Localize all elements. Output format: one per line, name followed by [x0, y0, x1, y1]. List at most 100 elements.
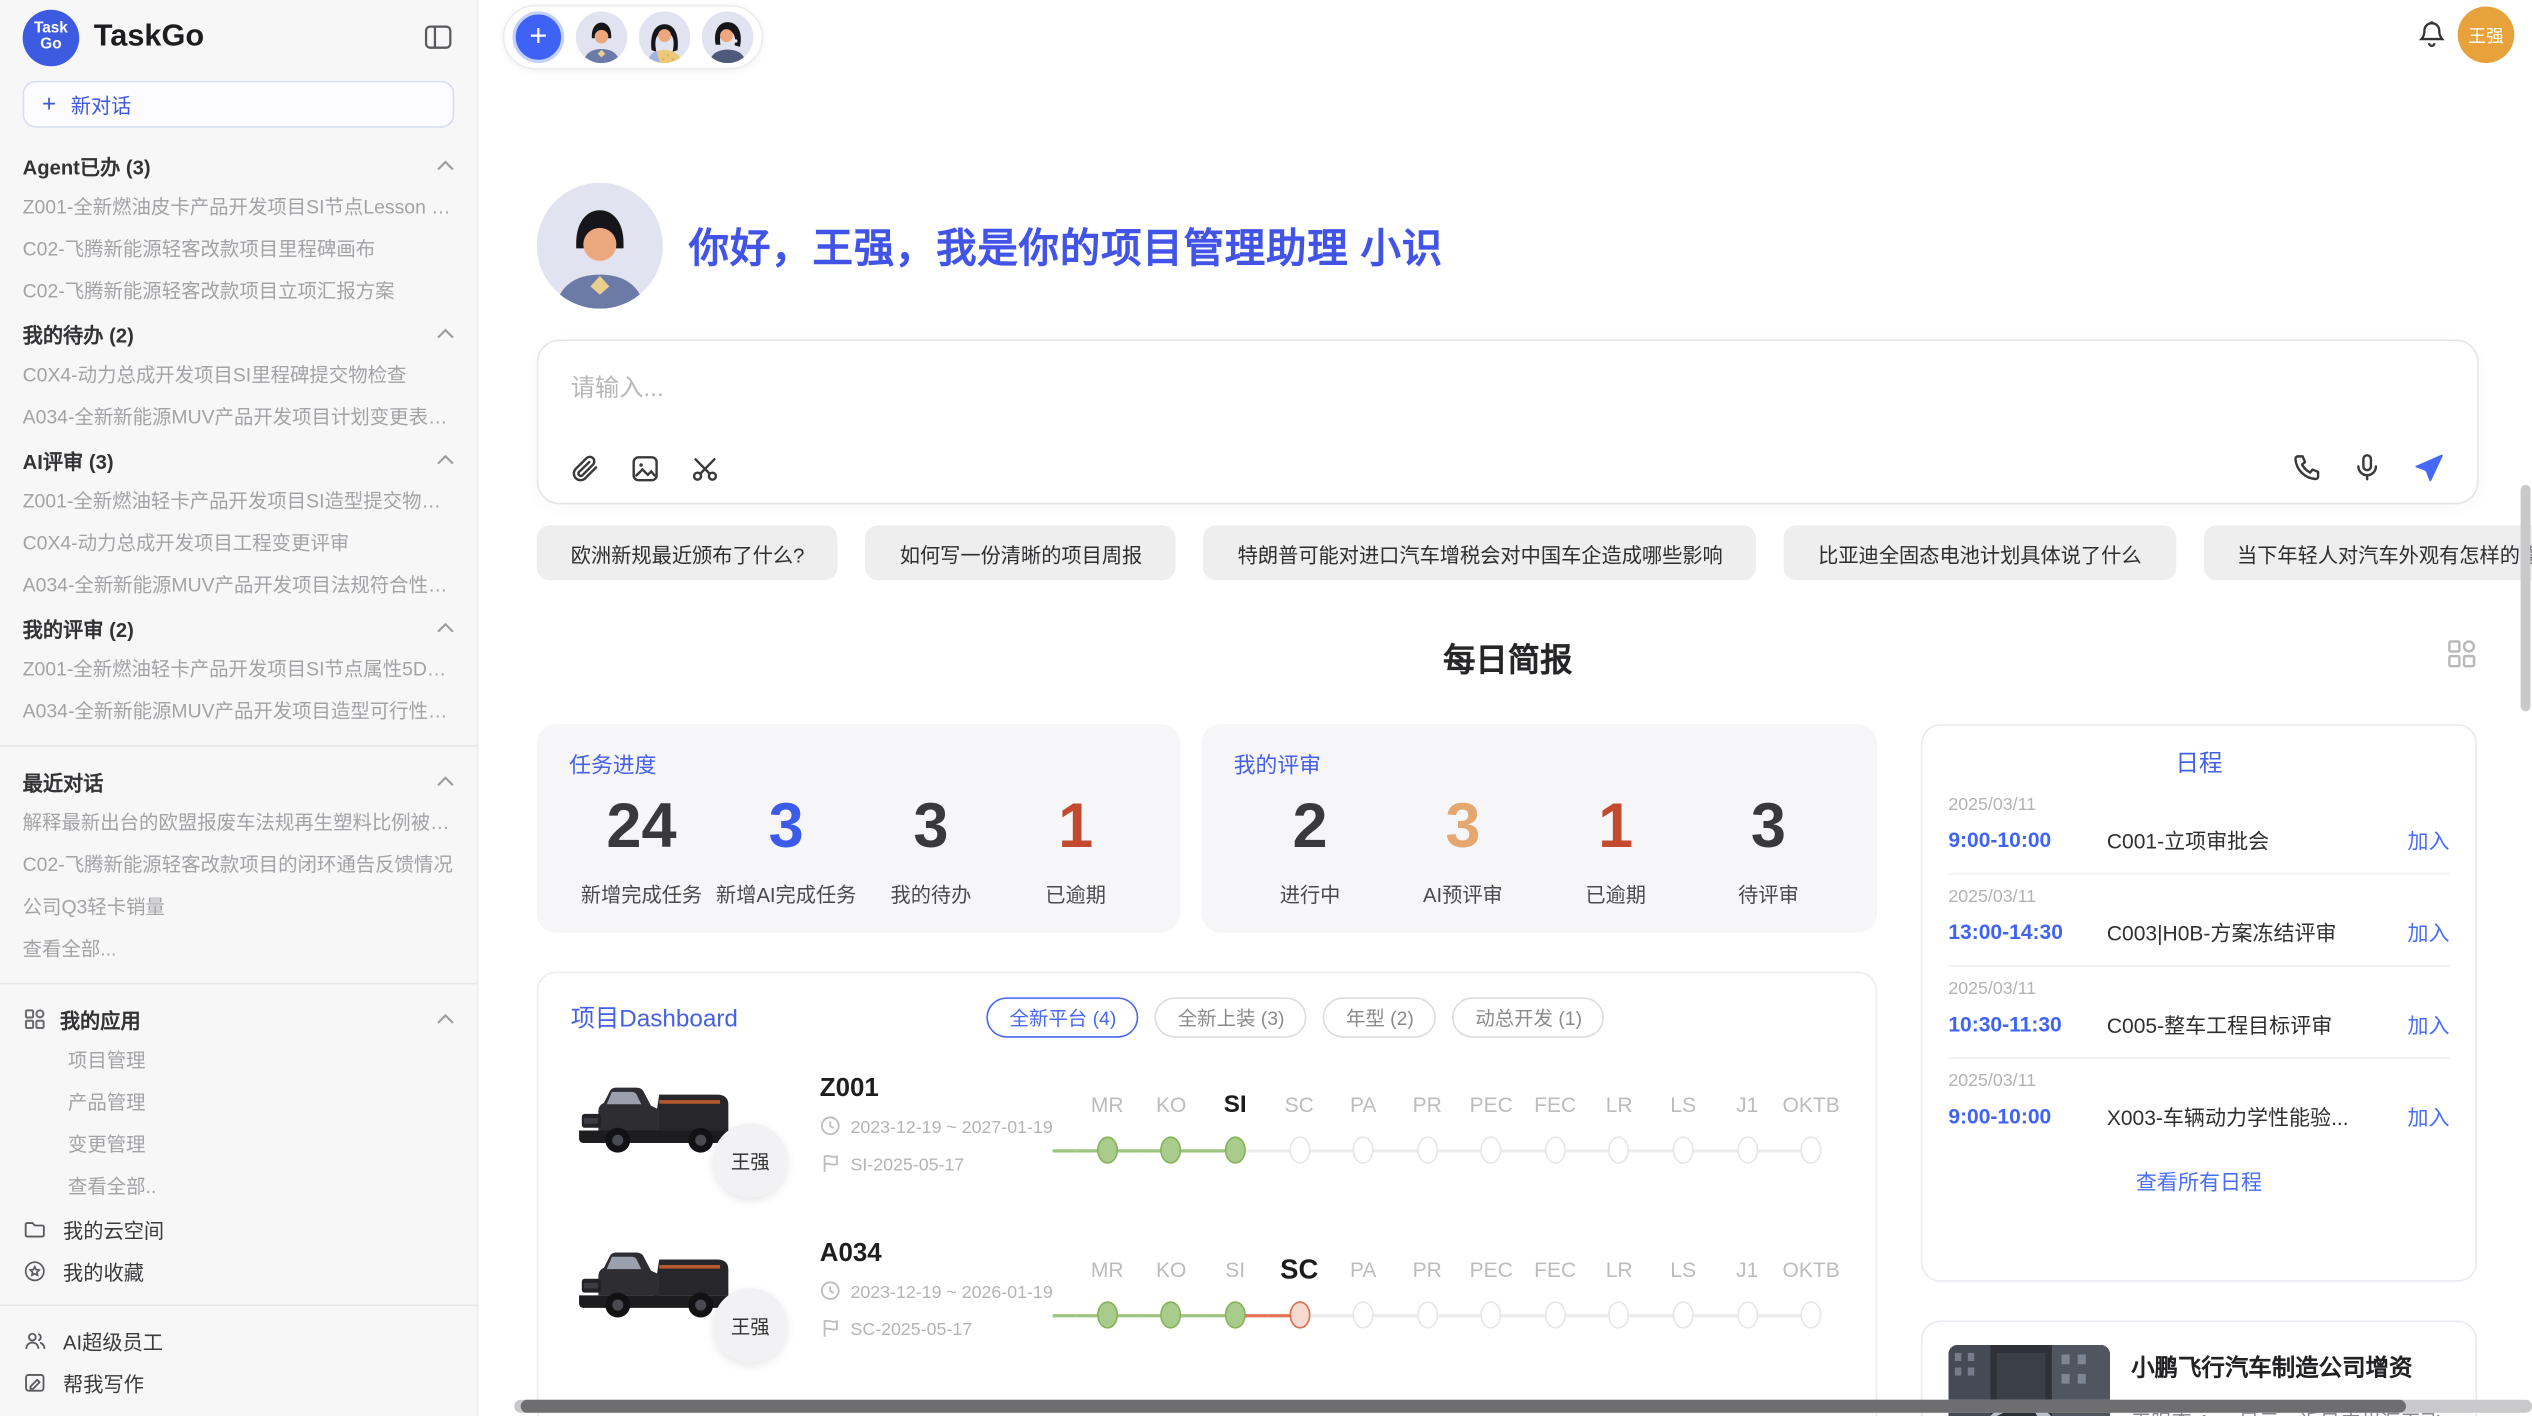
sidebar-section-2[interactable]: AI评审 (3) [23, 438, 455, 480]
filter-pill[interactable]: 全新上装 (3) [1155, 997, 1307, 1037]
sidebar-section-1[interactable]: 我的待办 (2) [23, 312, 455, 354]
suggestion-chip[interactable]: 特朗普可能对进口汽车增税会对中国车企造成哪些影响 [1204, 525, 1757, 580]
milestone-dot[interactable] [1161, 1136, 1182, 1163]
sidebar-task-item[interactable]: C02-飞腾新能源轻客改款项目里程碑画布 [23, 228, 455, 270]
view-all-schedule-link[interactable]: 查看所有日程 [1948, 1165, 2449, 1196]
milestone-FEC: FEC [1523, 1253, 1587, 1337]
milestone-dot[interactable] [1225, 1136, 1246, 1163]
suggestion-chip[interactable]: 比亚迪全固态电池计划具体说了什么 [1784, 525, 2175, 580]
mic-icon[interactable] [2351, 451, 2383, 483]
milestone-dot[interactable] [1353, 1136, 1374, 1163]
milestone-dot[interactable] [1545, 1136, 1566, 1163]
milestone-dot[interactable] [1737, 1136, 1758, 1163]
milestone-label: J1 [1715, 1088, 1779, 1124]
chevron-up-icon[interactable] [437, 622, 455, 633]
sidebar-creative-draw[interactable]: 创意制图 [23, 1403, 455, 1416]
sidebar-task-item[interactable]: C0X4-动力总成开发项目SI里程碑提交物检查 [23, 354, 455, 396]
join-link[interactable]: 加入 [2408, 1009, 2450, 1040]
sidebar-my-apps[interactable]: 我的应用 [23, 997, 455, 1039]
image-icon[interactable] [629, 453, 661, 485]
milestone-dot[interactable] [1609, 1136, 1630, 1163]
milestone-dot[interactable] [1417, 1301, 1438, 1328]
filter-pill[interactable]: 年型 (2) [1323, 997, 1436, 1037]
sidebar-task-item[interactable]: Z001-全新燃油轻卡产品开发项目SI造型提交物评审 [23, 480, 455, 522]
sidebar-section-0[interactable]: Agent已办 (3) [23, 144, 455, 186]
sidebar-task-item[interactable]: C0X4-动力总成开发项目工程变更评审 [23, 522, 455, 564]
my-apps-item[interactable]: 查看全部.. [23, 1165, 455, 1207]
chevron-up-icon[interactable] [437, 327, 455, 338]
milestone-dot[interactable] [1289, 1136, 1310, 1163]
sidebar-cloud-space[interactable]: 我的云空间 [23, 1207, 455, 1249]
milestone-dot[interactable] [1737, 1301, 1758, 1328]
sidebar-task-item[interactable]: A034-全新新能源MUV产品开发项目造型可行性评审 [23, 690, 455, 732]
milestone-dot[interactable] [1609, 1301, 1630, 1328]
milestone-rail: MRKOSISCPAPRPECFECLRLSJ1OKTB [1053, 1081, 1844, 1172]
suggestion-chip[interactable]: 如何写一份清晰的项目周报 [866, 525, 1176, 580]
chevron-up-icon[interactable] [437, 159, 455, 170]
project-code[interactable]: A034 [820, 1240, 1053, 1269]
milestone-dot[interactable] [1097, 1136, 1118, 1163]
milestone-dot[interactable] [1673, 1301, 1694, 1328]
my-review-stats: 2进行中3AI预评审1已逾期3待评审 [1234, 792, 1845, 908]
my-apps-item[interactable]: 产品管理 [23, 1081, 455, 1123]
chevron-up-icon[interactable] [437, 1013, 455, 1024]
schedule-row: 9:00-10:00C001-立项审批会加入 [1948, 824, 2449, 855]
users-icon [23, 1328, 47, 1352]
chevron-up-icon[interactable] [437, 775, 455, 786]
milestone-dot[interactable] [1481, 1301, 1502, 1328]
milestone-dot[interactable] [1097, 1301, 1118, 1328]
sidebar-ai-staff[interactable]: AI超级员工 [23, 1319, 455, 1361]
milestone-dot[interactable] [1801, 1301, 1822, 1328]
my-apps-item[interactable]: 项目管理 [23, 1039, 455, 1081]
suggestion-chip[interactable]: 当下年轻人对汽车外观有怎样的喜好趋势 [2203, 525, 2532, 580]
sidebar-favorites[interactable]: 我的收藏 [23, 1249, 455, 1291]
filter-pill[interactable]: 动总开发 (1) [1453, 997, 1605, 1037]
layout-grid-icon[interactable] [2445, 637, 2479, 671]
milestone-label: SI [1203, 1253, 1267, 1289]
sidebar-task-item[interactable]: Z001-全新燃油皮卡产品开发项目SI节点Lesson Learn报告 [23, 186, 455, 228]
sidebar-help-write[interactable]: 帮我写作 [23, 1361, 455, 1403]
milestone-dot[interactable] [1289, 1301, 1310, 1328]
stat-新增AI完成任务: 3新增AI完成任务 [714, 792, 859, 908]
milestone-dot[interactable] [1161, 1301, 1182, 1328]
suggestion-chip[interactable]: 欧洲新规最近颁布了什么? [537, 525, 838, 580]
recent-chat-item[interactable]: 解释最新出台的欧盟报废车法规再生塑料比例被调至15%... [23, 802, 455, 844]
sidebar-task-item[interactable]: Z001-全新燃油轻卡产品开发项目SI节点属性5D文件评审 [23, 648, 455, 690]
recent-chat-item[interactable]: 查看全部... [23, 928, 455, 970]
new-chat-button[interactable]: + 新对话 [23, 81, 455, 128]
sidebar-collapse-icon[interactable] [422, 21, 454, 53]
sidebar-recent-chats[interactable]: 最近对话 [23, 760, 455, 802]
join-link[interactable]: 加入 [2408, 1101, 2450, 1132]
join-link[interactable]: 加入 [2408, 824, 2450, 855]
milestone-dot[interactable] [1353, 1301, 1374, 1328]
filter-pill[interactable]: 全新平台 (4) [987, 997, 1139, 1037]
chat-input[interactable]: 请输入... [537, 339, 2479, 504]
milestone-label: J1 [1715, 1253, 1779, 1289]
milestone-dot[interactable] [1801, 1136, 1822, 1163]
attachment-icon[interactable] [569, 453, 601, 485]
recent-chat-item[interactable]: C02-飞腾新能源轻客改款项目的闭环通告反馈情况 [23, 844, 455, 886]
scissors-icon[interactable] [689, 453, 721, 485]
new-chat-label: 新对话 [71, 89, 132, 120]
schedule-item: 2025/03/119:00-10:00C001-立项审批会加入 [1948, 782, 2449, 874]
project-code[interactable]: Z001 [820, 1075, 1053, 1104]
recent-chat-item[interactable]: 公司Q3轻卡销量 [23, 886, 455, 928]
chevron-up-icon[interactable] [437, 453, 455, 464]
milestone-label: KO [1139, 1088, 1203, 1124]
project-flag-text: SC-2025-05-17 [850, 1321, 972, 1340]
vertical-scrollbar-thumb[interactable] [2521, 485, 2531, 711]
send-icon[interactable] [2411, 449, 2447, 485]
my-apps-item[interactable]: 变更管理 [23, 1123, 455, 1165]
phone-icon[interactable] [2291, 451, 2323, 483]
sidebar-task-item[interactable]: A034-全新新能源MUV产品开发项目计划变更表编写 [23, 396, 455, 438]
milestone-dot[interactable] [1225, 1301, 1246, 1328]
milestone-dot[interactable] [1545, 1301, 1566, 1328]
horizontal-scrollbar-thumb[interactable] [521, 1400, 2406, 1413]
milestone-dot[interactable] [1481, 1136, 1502, 1163]
join-link[interactable]: 加入 [2408, 916, 2450, 947]
milestone-dot[interactable] [1417, 1136, 1438, 1163]
sidebar-task-item[interactable]: A034-全新新能源MUV产品开发项目法规符合性评审 [23, 564, 455, 606]
sidebar-section-3[interactable]: 我的评审 (2) [23, 606, 455, 648]
milestone-dot[interactable] [1673, 1136, 1694, 1163]
sidebar-task-item[interactable]: C02-飞腾新能源轻客改款项目立项汇报方案 [23, 270, 455, 312]
